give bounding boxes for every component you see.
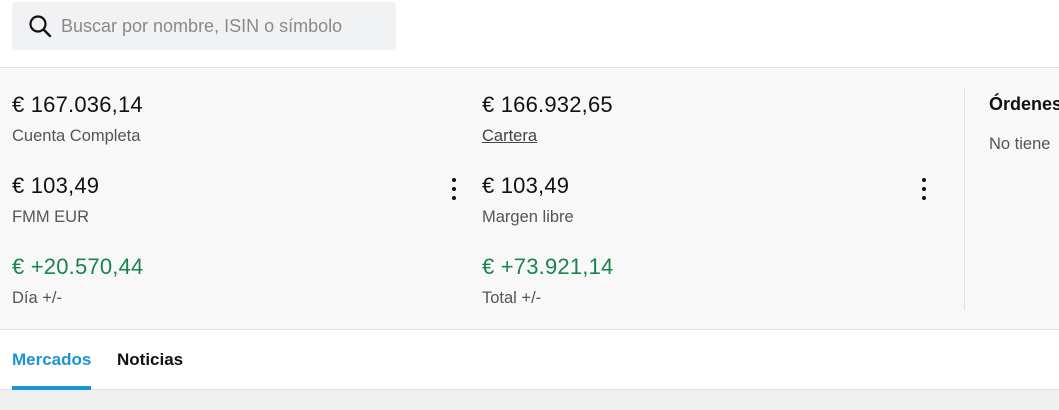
tab-mercados[interactable]: Mercados	[12, 330, 92, 390]
tab-bar: Mercados Noticias	[0, 330, 1059, 390]
account-summary: € 167.036,14 Cuenta Completa € 103,49 FM…	[0, 68, 1059, 330]
orders-title: Órdenes	[989, 94, 1059, 114]
summary-cartera: € 166.932,65 Cartera	[482, 92, 613, 146]
dia-change-label: Día +/-	[12, 289, 62, 307]
vertical-divider	[964, 88, 965, 310]
cuenta-completa-value: € 167.036,14	[12, 92, 143, 117]
total-change-value: € +73.921,14	[482, 254, 614, 279]
summary-margen-libre: € 103,49 Margen libre	[482, 173, 574, 227]
cuenta-completa-label: Cuenta Completa	[12, 127, 141, 145]
summary-total-change: € +73.921,14 Total +/-	[482, 254, 613, 308]
top-bar	[0, 0, 1059, 68]
margen-libre-label: Margen libre	[482, 208, 574, 226]
total-change-label: Total +/-	[482, 289, 542, 307]
margen-more-options-icon[interactable]	[919, 176, 929, 202]
cartera-link[interactable]: Cartera	[482, 126, 613, 146]
fmm-eur-label: FMM EUR	[12, 208, 89, 226]
orders-panel: Órdenes No tiene	[989, 94, 1059, 154]
fmm-more-options-icon[interactable]	[449, 176, 459, 202]
orders-empty-text: No tiene	[989, 135, 1051, 153]
search-box[interactable]	[12, 2, 396, 50]
summary-fmm-eur: € 103,49 FMM EUR	[12, 173, 99, 227]
search-icon[interactable]	[27, 13, 53, 39]
cartera-value: € 166.932,65	[482, 92, 613, 117]
summary-cuenta-completa: € 167.036,14 Cuenta Completa	[12, 92, 143, 146]
content-area-top	[0, 390, 1059, 410]
summary-dia-change: € +20.570,44 Día +/-	[12, 254, 143, 308]
search-input[interactable]	[61, 6, 381, 46]
margen-libre-value: € 103,49	[482, 173, 570, 198]
tab-noticias[interactable]: Noticias	[117, 330, 183, 390]
dia-change-value: € +20.570,44	[12, 254, 144, 279]
fmm-eur-value: € 103,49	[12, 173, 100, 198]
